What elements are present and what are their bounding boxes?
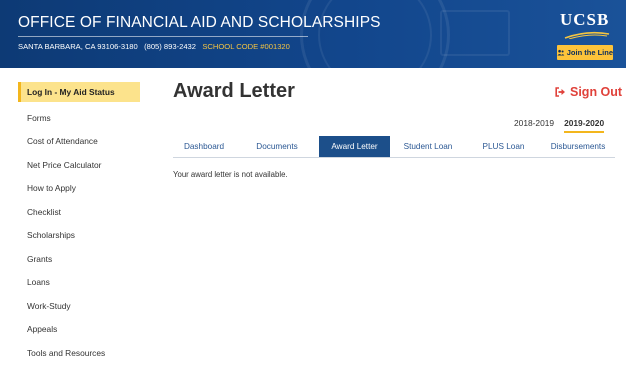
sign-out-label: Sign Out <box>570 85 623 99</box>
sign-out-link[interactable]: Sign Out <box>555 85 622 99</box>
sidebar-item-cost-of-attendance[interactable]: Cost of Attendance <box>18 130 140 154</box>
year-selector: 2018-2019 2019-2020 <box>514 118 605 133</box>
sidebar-item-net-price-calculator[interactable]: Net Price Calculator <box>18 153 140 177</box>
seal-watermark-inner <box>318 0 432 68</box>
aid-tabs: Dashboard Documents Award Letter Student… <box>173 136 615 158</box>
sidebar-item-grants[interactable]: Grants <box>18 247 140 271</box>
phone-text: (805) 893-2432 <box>144 42 197 51</box>
header-divider <box>18 36 308 37</box>
sidebar-item-loans[interactable]: Loans <box>18 271 140 295</box>
tab-documents[interactable]: Documents <box>235 136 319 157</box>
year-2018-2019[interactable]: 2018-2019 <box>514 118 554 133</box>
address-text: SANTA BARBARA, CA 93106-3180 <box>18 42 138 51</box>
sidebar-item-login[interactable]: Log In - My Aid Status <box>18 82 140 102</box>
sidebar-item-tools-and-resources[interactable]: Tools and Resources <box>18 341 140 365</box>
sidebar-item-work-study[interactable]: Work-Study <box>18 294 140 318</box>
book-watermark <box>440 10 510 56</box>
ucsb-logo[interactable]: UCSB <box>560 10 609 30</box>
award-letter-message: Your award letter is not available. <box>173 170 288 179</box>
tab-disbursements[interactable]: Disbursements <box>541 136 615 157</box>
tab-student-loan[interactable]: Student Loan <box>390 136 466 157</box>
tab-award-letter[interactable]: Award Letter <box>319 136 390 157</box>
sidebar-item-appeals[interactable]: Appeals <box>18 318 140 342</box>
year-2019-2020[interactable]: 2019-2020 <box>564 118 605 133</box>
page-title: Award Letter <box>173 80 295 102</box>
tab-dashboard[interactable]: Dashboard <box>173 136 235 157</box>
contact-info: SANTA BARBARA, CA 93106-3180 (805) 893-2… <box>18 42 290 51</box>
school-code: SCHOOL CODE #001320 <box>202 42 290 51</box>
logo-swoosh-icon <box>564 31 610 39</box>
join-label: Join the Line <box>566 48 613 57</box>
sidebar-item-checklist[interactable]: Checklist <box>18 200 140 224</box>
tab-plus-loan[interactable]: PLUS Loan <box>466 136 541 157</box>
sidebar-item-forms[interactable]: Forms <box>18 106 140 130</box>
sidebar-item-scholarships[interactable]: Scholarships <box>18 224 140 248</box>
sign-out-icon <box>555 87 565 97</box>
sidebar-nav: Log In - My Aid Status Forms Cost of Att… <box>18 82 140 365</box>
site-header: OFFICE OF FINANCIAL AID AND SCHOLARSHIPS… <box>0 0 626 68</box>
sidebar-item-how-to-apply[interactable]: How to Apply <box>18 177 140 201</box>
office-title[interactable]: OFFICE OF FINANCIAL AID AND SCHOLARSHIPS <box>18 14 381 32</box>
join-the-line-button[interactable]: Join the Line <box>557 45 613 60</box>
users-icon <box>557 49 565 56</box>
